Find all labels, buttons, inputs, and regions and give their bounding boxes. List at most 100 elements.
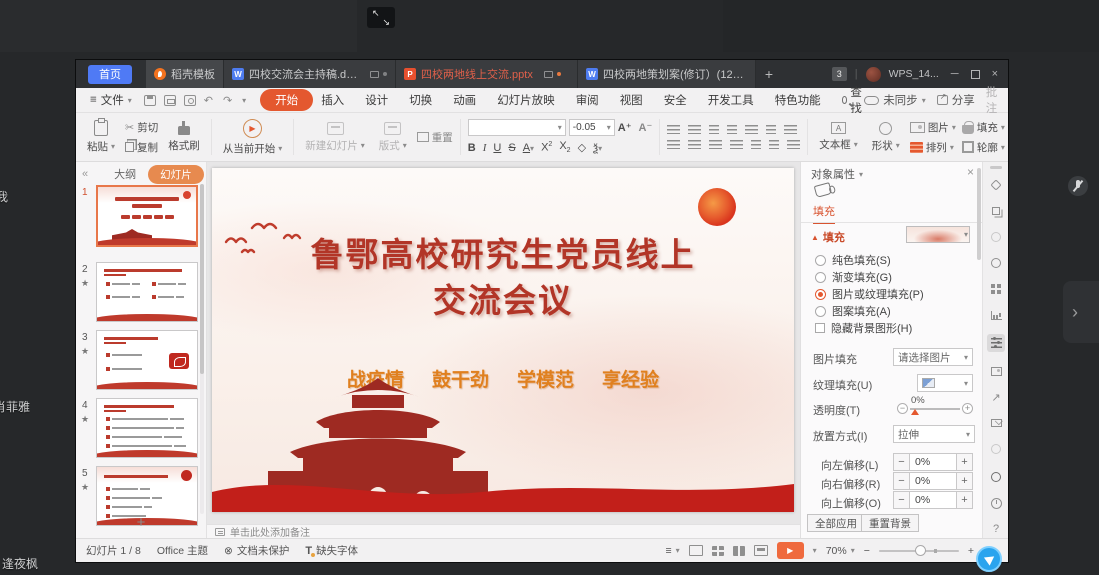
texture-fill-dropdown[interactable]: ▾: [917, 374, 973, 392]
slide-thumbnail-4[interactable]: [96, 398, 198, 458]
bold-button[interactable]: B: [468, 142, 476, 154]
chevron-down-icon[interactable]: ▾: [242, 96, 246, 105]
outline-button[interactable]: 轮廓▾: [962, 140, 1005, 155]
decrease-font-icon[interactable]: A⁻: [639, 121, 653, 134]
expand-panel-button[interactable]: ›: [1063, 281, 1099, 343]
textbox-button[interactable]: A 文本框▾: [815, 120, 862, 154]
radio-gradient-fill[interactable]: 渐变填充(G): [815, 269, 892, 285]
menu-tab-features[interactable]: 特色功能: [775, 92, 821, 108]
font-size-combobox[interactable]: -0.05▾: [569, 119, 615, 136]
play-slideshow-button[interactable]: ▶: [777, 542, 804, 559]
plus-icon[interactable]: +: [956, 453, 973, 471]
slide-sorter-icon[interactable]: [712, 546, 724, 556]
maximize-button[interactable]: [971, 70, 980, 79]
close-button[interactable]: ×: [992, 68, 998, 80]
tab-count-badge[interactable]: 3: [832, 67, 847, 81]
menu-tab-view[interactable]: 视图: [620, 92, 643, 108]
apply-all-button[interactable]: 全部应用: [807, 514, 865, 532]
account-avatar[interactable]: [866, 67, 881, 82]
close-panel-icon[interactable]: ×: [967, 165, 974, 179]
strip-sticker-icon[interactable]: [987, 440, 1005, 458]
slide-canvas[interactable]: 鲁鄂高校研究生党员线上 交流会议 战疫情鼓干劲学模范享经验: [207, 162, 800, 524]
strip-help-icon[interactable]: ?: [987, 520, 1005, 538]
strikethrough-button[interactable]: S: [508, 142, 515, 154]
print-preview-icon[interactable]: [184, 95, 196, 106]
shrink-text-icon[interactable]: [769, 140, 779, 149]
doc-tab-plan[interactable]: W 四校两地策划案(修订）(12).docx: [578, 60, 756, 88]
copy-button[interactable]: 复制: [125, 140, 158, 155]
strip-switch-icon[interactable]: [987, 202, 1005, 220]
add-slide-button[interactable]: +: [76, 514, 206, 531]
menu-tab-design[interactable]: 设计: [365, 92, 388, 108]
tab-slides[interactable]: 幻灯片: [148, 165, 204, 184]
strip-image-icon[interactable]: [987, 362, 1005, 380]
slide-title-line1[interactable]: 鲁鄂高校研究生党员线上: [212, 228, 794, 276]
sidebar-scrollbar[interactable]: [200, 184, 204, 514]
strip-ink-icon[interactable]: [987, 468, 1005, 486]
strip-share-icon[interactable]: ↗: [987, 388, 1005, 406]
strip-chart-icon[interactable]: [987, 306, 1005, 324]
subscript-button[interactable]: X2: [559, 140, 570, 154]
menu-tab-animation[interactable]: 动画: [453, 92, 476, 108]
fill-preview-dropdown[interactable]: ▾: [906, 226, 970, 243]
clear-format-icon[interactable]: ◇: [578, 141, 586, 154]
conference-chat-bubble[interactable]: [976, 546, 1002, 572]
align-center-icon[interactable]: [688, 140, 701, 149]
font-color-button[interactable]: A▾: [523, 142, 534, 154]
columns-icon[interactable]: [745, 125, 758, 134]
cut-button[interactable]: ✂剪切: [125, 120, 158, 135]
normal-view-icon[interactable]: [689, 545, 703, 556]
arrange-button[interactable]: 排列▾: [910, 140, 956, 155]
zoom-level[interactable]: 70%▾: [826, 545, 855, 557]
menu-tab-devtools[interactable]: 开发工具: [708, 92, 754, 108]
find-menu-item[interactable]: 查找: [842, 84, 865, 116]
reading-view-icon[interactable]: [733, 546, 745, 556]
radio-picture-fill[interactable]: 图片或纹理填充(P): [815, 286, 924, 302]
strip-properties-icon-selected[interactable]: [987, 334, 1005, 352]
panel-scrollbar[interactable]: [977, 168, 981, 260]
offset-left-stepper[interactable]: −0%+: [893, 453, 973, 471]
bullet-list-icon[interactable]: [667, 125, 680, 134]
sync-status[interactable]: 未同步 ▾: [864, 92, 926, 108]
notes-toggle[interactable]: ≡▾: [666, 545, 680, 557]
numbered-list-icon[interactable]: [688, 125, 701, 134]
menu-tab-slideshow[interactable]: 幻灯片放映: [497, 92, 555, 108]
docer-template-tab[interactable]: 稻壳模板: [146, 60, 224, 88]
strip-apps-icon[interactable]: [987, 280, 1005, 298]
align-right-icon[interactable]: [709, 140, 722, 149]
file-menu[interactable]: ≡ 文件 ▾: [90, 92, 132, 108]
offset-up-stepper[interactable]: −0%+: [893, 491, 973, 509]
plus-icon[interactable]: +: [962, 403, 973, 414]
justify-icon[interactable]: [730, 140, 743, 149]
slide-thumbnail-1[interactable]: [96, 185, 198, 247]
resize-share-button[interactable]: ↖ ↘: [367, 7, 395, 28]
share-button[interactable]: 分享: [937, 92, 975, 108]
minus-icon[interactable]: −: [893, 453, 910, 471]
strip-style-icon[interactable]: [987, 176, 1005, 194]
zoom-in-button[interactable]: +: [968, 545, 974, 557]
plus-icon[interactable]: +: [956, 491, 973, 509]
menu-tab-start[interactable]: 开始: [260, 89, 313, 111]
fill-button[interactable]: 填充▾: [962, 120, 1005, 135]
slide-thumbnail-3[interactable]: [96, 330, 198, 390]
zoom-out-button[interactable]: −: [864, 545, 870, 557]
paste-button[interactable]: 粘贴▾: [83, 118, 119, 156]
underline-button[interactable]: U: [493, 142, 501, 154]
print-icon[interactable]: [164, 95, 176, 106]
shapes-button[interactable]: 形状▾: [868, 120, 904, 155]
redo-icon[interactable]: ↷: [223, 94, 234, 107]
placement-dropdown[interactable]: 拉伸▾: [893, 425, 975, 443]
plus-icon[interactable]: +: [956, 472, 973, 490]
picture-button[interactable]: 图片▾: [910, 120, 956, 135]
slider-marker[interactable]: [911, 409, 919, 415]
account-name[interactable]: WPS_14...: [889, 68, 939, 80]
increase-font-icon[interactable]: A⁺: [618, 121, 632, 134]
save-icon[interactable]: [144, 95, 156, 106]
font-name-combobox[interactable]: ▾: [468, 119, 566, 136]
minus-icon[interactable]: −: [893, 491, 910, 509]
radio-solid-fill[interactable]: 纯色填充(S): [815, 252, 891, 268]
paragraph-settings-icon[interactable]: [787, 140, 800, 149]
menu-tab-insert[interactable]: 插入: [321, 92, 344, 108]
strip-record-icon[interactable]: [987, 254, 1005, 272]
text-effect-button[interactable]: ѯ▾: [593, 142, 602, 154]
